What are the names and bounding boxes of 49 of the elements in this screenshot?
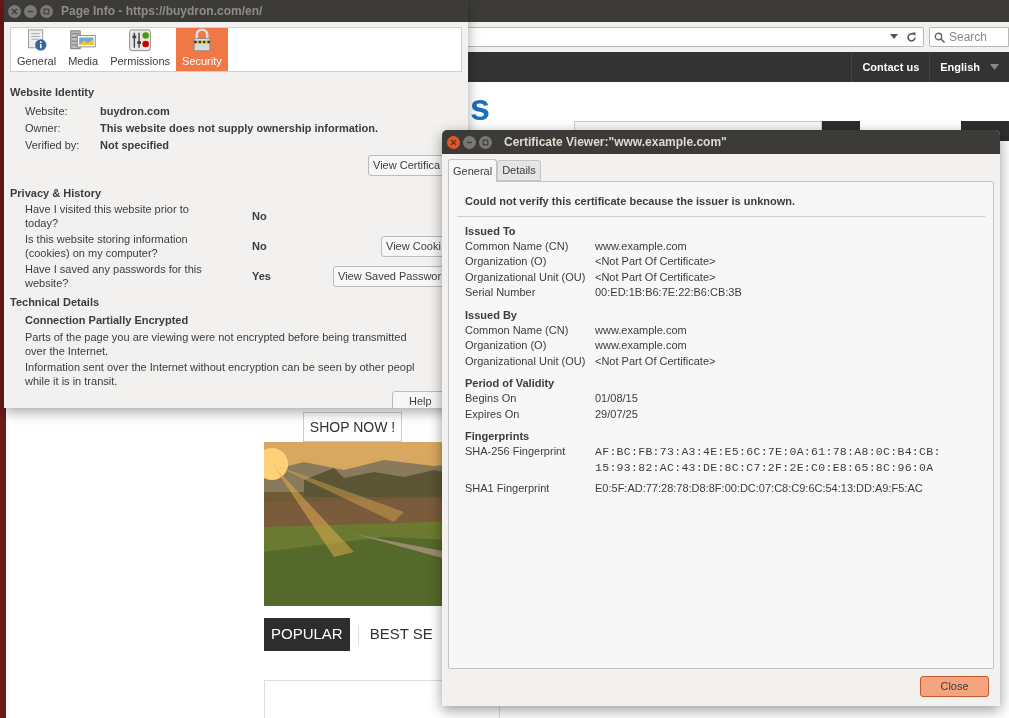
field-label: Website:	[25, 103, 69, 119]
field-label: Organization (O)	[465, 338, 548, 353]
field-label: Owner:	[25, 120, 62, 136]
field-label: Verified by:	[25, 137, 81, 153]
field-label: Organizational Unit (OU)	[465, 269, 587, 285]
warning-message: Could not verify this certificate because the issuer is unknown.	[465, 194, 797, 209]
field-value: 01/08/15	[595, 391, 638, 406]
section-heading: Technical Details	[10, 295, 101, 310]
question-text: Have I saved any passwords for this website?	[25, 262, 203, 290]
field-value: This website does not supply ownership information.	[100, 120, 379, 136]
logo-letter: s	[470, 90, 491, 126]
field-label: Common Name (CN)	[465, 322, 570, 338]
answer-text: Yes	[252, 268, 272, 284]
field-label: Organization (O)	[465, 254, 548, 269]
window-title: Certificate Viewer:"www.example.com"	[504, 134, 727, 151]
answer-text: No	[252, 238, 268, 254]
field-value: Not specified	[100, 137, 170, 153]
field-label: Begins On	[465, 391, 518, 406]
field-value: 00:ED:1B:B6:7E:22:B6:CB:3B	[595, 285, 742, 300]
field-value: AF:BC:FB:73:A3:4E:E5:6C:7E:0A:61:78:A8:0C:B4:CB: 15:93:82:AC:43:DE:8C:C7:2F:2E:C0:E8:65:8C:96:0A	[595, 444, 941, 475]
field-value: E0:5F:AD:77:28:78:D8:8F:00:DC:07:C8:C9:6C:54:13:DD:A9:F5:AC	[595, 481, 923, 496]
status-heading: Connection Partially Encrypted	[25, 312, 190, 328]
section-heading: Period of Validity	[465, 376, 556, 391]
field-value: <Not Part Of Certificate>	[595, 269, 716, 285]
field-value: www.example.com	[595, 238, 687, 254]
field-label: Organizational Unit (OU)	[465, 353, 587, 369]
field-value: www.example.com	[595, 322, 687, 338]
field-value: 29/07/25	[595, 406, 638, 422]
field-value: <Not Part Of Certificate>	[595, 353, 716, 369]
answer-text: No	[252, 208, 268, 224]
field-label: Expires On	[465, 406, 521, 422]
question-text: Is this website storing information (cookies) on my computer?	[25, 232, 189, 260]
window-title: Page Info - https://buydron.com/en/	[61, 3, 263, 20]
section-heading: Privacy & History	[10, 185, 103, 201]
section-heading: Issued To	[465, 223, 517, 239]
paragraph: Information sent over the Internet without encryption can be seen by other peopl while it is in transit.	[25, 360, 416, 388]
field-label: SHA-256 Fingerprint	[465, 444, 567, 459]
search-placeholder: Search	[949, 29, 988, 46]
field-value: <Not Part Of Certificate>	[595, 254, 716, 269]
field-label: Common Name (CN)	[465, 238, 570, 254]
section-heading: Website Identity	[10, 85, 96, 100]
question-text: Have I visited this website prior to today?	[25, 202, 190, 230]
field-value: www.example.com	[595, 338, 687, 353]
paragraph: Parts of the page you are viewing were not encrypted before being transmitted over the Internet.	[25, 330, 408, 358]
field-label: Serial Number	[465, 285, 537, 300]
section-heading: Fingerprints	[465, 429, 531, 444]
field-label: SHA1 Fingerprint	[465, 481, 551, 496]
section-heading: Issued By	[465, 307, 518, 323]
field-value: buydron.com	[100, 103, 170, 119]
